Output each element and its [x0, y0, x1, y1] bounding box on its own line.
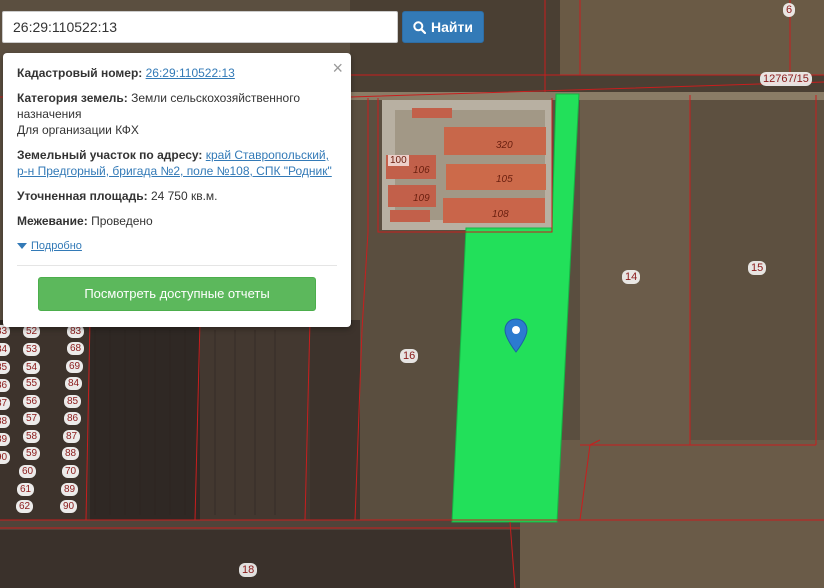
parcel-label-12767-15: 12767/15	[760, 72, 812, 86]
grid-num: 60	[19, 465, 36, 478]
survey-row: Межевание: Проведено	[17, 213, 337, 229]
view-reports-button[interactable]: Посмотреть доступные отчеты	[38, 277, 316, 311]
survey-label: Межевание:	[17, 214, 88, 228]
parcel-label-16: 16	[400, 349, 419, 363]
survey-value: Проведено	[91, 214, 153, 228]
grid-num: 61	[17, 483, 34, 496]
search-button[interactable]: Найти	[402, 11, 484, 43]
grid-num: 88	[62, 447, 79, 460]
building-label-109: 109	[413, 193, 430, 204]
cadastral-label: Кадастровый номер:	[17, 66, 143, 80]
parcel-info-popup: × Кадастровый номер: 26:29:110522:13 Кат…	[3, 53, 351, 327]
grid-num: 85	[64, 395, 81, 408]
details-toggle[interactable]: Подробно	[17, 238, 337, 254]
grid-num: 89	[61, 483, 78, 496]
grid-num: 87	[63, 430, 80, 443]
purpose-value: Для организации КФХ	[17, 123, 139, 137]
grid-num: 54	[23, 361, 40, 374]
parcel-label-15: 15	[748, 261, 767, 275]
cadastral-row: Кадастровый номер: 26:29:110522:13	[17, 65, 337, 81]
grid-num: 69	[66, 360, 83, 373]
grid-num: 55	[23, 377, 40, 390]
address-row: Земельный участок по адресу: край Ставро…	[17, 147, 337, 179]
grid-num: 68	[67, 342, 84, 355]
search-input[interactable]	[2, 11, 398, 43]
details-link[interactable]: Подробно	[31, 238, 82, 254]
cadastral-link[interactable]: 26:29:110522:13	[146, 66, 235, 80]
parcel-label-14: 14	[622, 270, 641, 284]
area-row: Уточненная площадь: 24 750 кв.м.	[17, 188, 337, 204]
area-label: Уточненная площадь:	[17, 189, 148, 203]
parcel-label-6: 6	[783, 3, 796, 17]
building-label-108: 108	[492, 209, 509, 220]
caret-down-icon	[17, 243, 27, 249]
search-icon	[413, 20, 427, 34]
grid-num: 86	[64, 412, 81, 425]
address-label: Земельный участок по адресу:	[17, 148, 203, 162]
parcel-label-18: 18	[239, 563, 258, 577]
map-marker-icon[interactable]	[504, 318, 528, 358]
search-button-label: Найти	[431, 19, 473, 35]
category-label: Категория земель:	[17, 91, 128, 105]
grid-num: 53	[23, 343, 40, 356]
grid-num: 57	[23, 412, 40, 425]
category-row: Категория земель: Земли сельскохозяйстве…	[17, 90, 337, 138]
building-label-105: 105	[496, 174, 513, 185]
building-label-320: 320	[496, 140, 513, 151]
grid-num: 84	[65, 377, 82, 390]
divider	[17, 265, 337, 266]
grid-num: 59	[23, 447, 40, 460]
area-value: 24 750 кв.м.	[150, 189, 218, 203]
grid-num: 62	[16, 500, 33, 513]
grid-num: 70	[62, 465, 79, 478]
close-icon[interactable]: ×	[332, 59, 343, 77]
building-label-100: 100	[388, 155, 409, 166]
grid-num: 90	[60, 500, 77, 513]
grid-num: 58	[23, 430, 40, 443]
grid-num: 56	[23, 395, 40, 408]
building-label-106: 106	[413, 165, 430, 176]
